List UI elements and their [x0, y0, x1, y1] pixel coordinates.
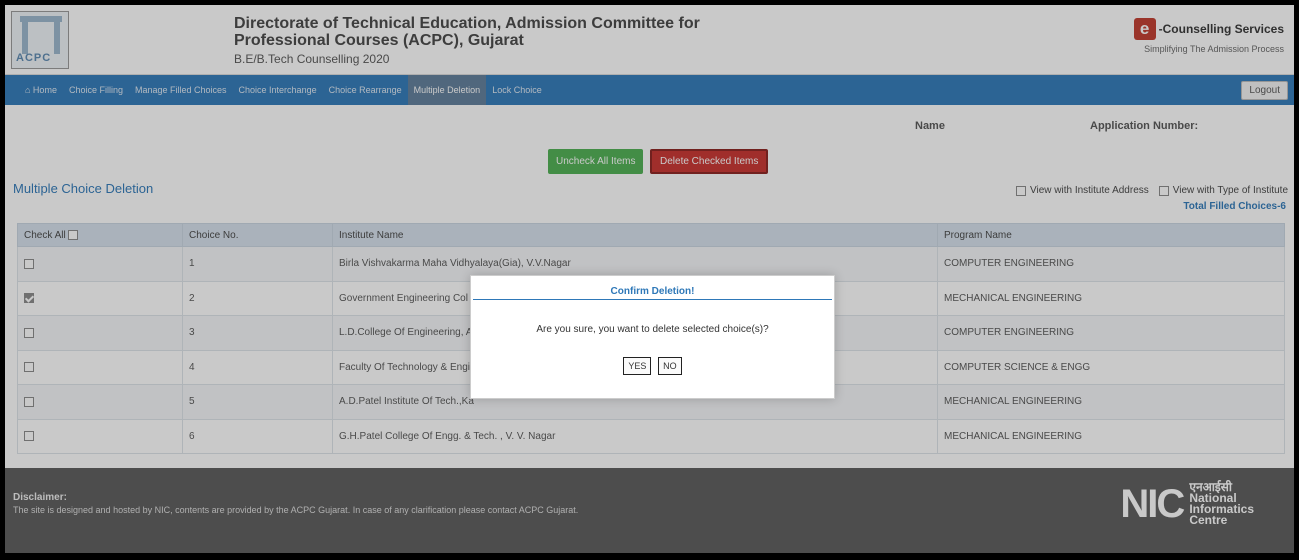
no-button[interactable]: NO: [658, 357, 682, 375]
page: ACPC Directorate of Technical Education,…: [5, 5, 1294, 553]
dialog-question: Are you sure, you want to delete selecte…: [536, 324, 769, 335]
yes-button[interactable]: YES: [623, 357, 652, 375]
dialog-title: Confirm Deletion!: [473, 276, 832, 300]
dialog-buttons: YES NO: [471, 357, 834, 375]
confirm-deletion-dialog: Confirm Deletion! Are you sure, you want…: [470, 275, 835, 399]
